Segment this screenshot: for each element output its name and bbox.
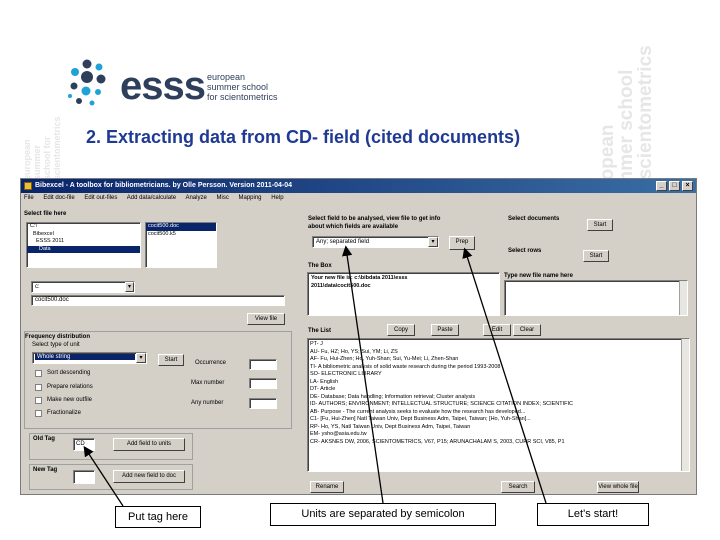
callout-arrows [83, 245, 547, 507]
arrow-to-old-tag [83, 445, 124, 507]
arrow-to-field-select [341, 245, 384, 504]
arrow-to-prep [462, 247, 547, 504]
